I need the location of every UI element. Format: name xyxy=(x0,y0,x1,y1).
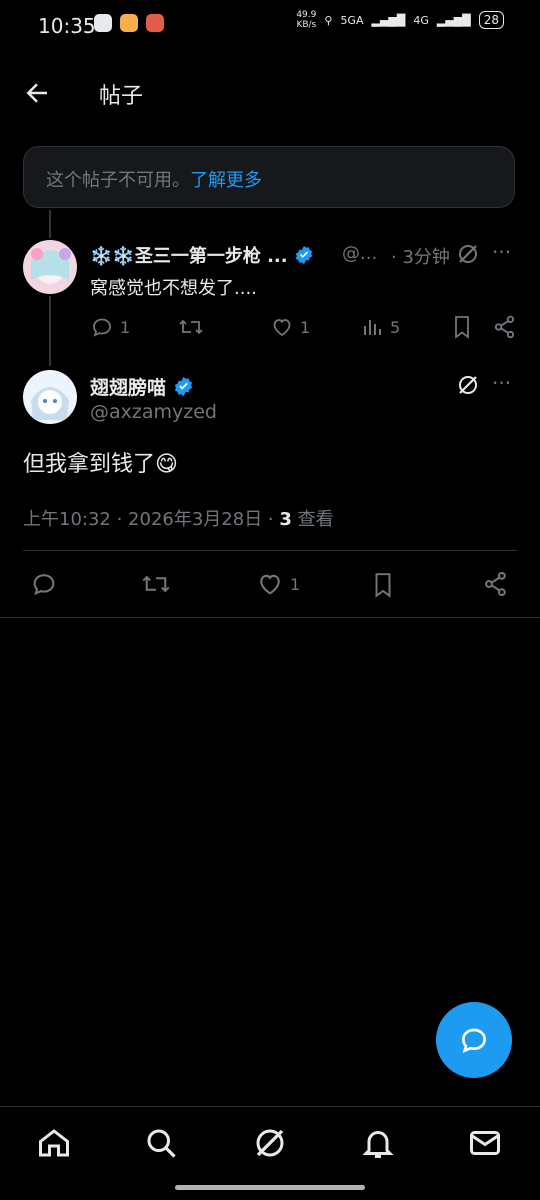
reply-author-name[interactable]: ❄️❄️圣三一第一步枪 ... xyxy=(90,242,314,268)
more-options-icon[interactable]: ··· xyxy=(492,240,511,264)
bookmark-icon[interactable] xyxy=(450,314,474,340)
key-icon: ⚲ xyxy=(324,13,333,27)
app-icon xyxy=(120,14,138,32)
share-icon[interactable] xyxy=(492,314,518,340)
post-meta: 上午10:32 · 2026年3月28日 · 3 查看 xyxy=(23,505,334,531)
view-count[interactable]: 3 xyxy=(279,509,292,530)
battery-icon: 28 xyxy=(478,11,504,29)
network-speed: 49.9 KB/s xyxy=(296,10,317,30)
reply-button[interactable]: 1 xyxy=(90,315,130,339)
post-author-handle: @axzamyzed xyxy=(90,401,217,423)
repost-icon xyxy=(179,319,203,335)
reply-timestamp: · 3分钟 xyxy=(391,247,450,268)
reply-text: 窝感觉也不想发了.... xyxy=(90,278,257,299)
views-button[interactable]: 5 xyxy=(362,315,400,339)
like-button[interactable]: 1 xyxy=(256,570,300,598)
reply-bubble-icon xyxy=(461,1028,487,1054)
search-icon[interactable] xyxy=(143,1125,179,1161)
heart-icon xyxy=(260,574,280,595)
home-icon[interactable] xyxy=(36,1125,72,1161)
signal-5g: 5GA xyxy=(340,13,364,27)
view-label: 查看 xyxy=(291,509,334,530)
compose-reply-button[interactable] xyxy=(436,1002,512,1078)
post-text: 但我拿到钱了😋 xyxy=(23,452,178,477)
analytics-icon xyxy=(364,320,381,335)
unavailable-notice: 这个帖子不可用。了解更多 xyxy=(23,146,515,208)
avatar[interactable] xyxy=(23,370,77,424)
bookmark-icon[interactable] xyxy=(370,570,396,600)
divider xyxy=(23,550,517,551)
signal-4g: 4G xyxy=(413,13,429,27)
grok-icon[interactable] xyxy=(456,242,480,266)
grok-icon[interactable] xyxy=(456,373,480,397)
divider xyxy=(0,617,540,618)
signal-bars-icon: ▂▄▆█ xyxy=(436,13,471,27)
chrome-app-icon xyxy=(94,14,112,32)
grok-icon[interactable] xyxy=(252,1125,288,1161)
status-time: 10:35 xyxy=(38,14,96,38)
verified-badge-icon xyxy=(295,245,313,265)
share-icon[interactable] xyxy=(482,570,510,598)
notifications-bell-icon[interactable] xyxy=(360,1125,396,1161)
messages-mail-icon[interactable] xyxy=(467,1125,503,1161)
status-app-icons xyxy=(94,14,164,32)
post-author-name[interactable]: 翅翅膀喵 xyxy=(90,373,194,400)
comment-icon[interactable] xyxy=(30,570,58,598)
page-title: 帖子 xyxy=(99,84,144,109)
thread-connector xyxy=(49,210,51,238)
app-icon xyxy=(146,14,164,32)
thread-connector xyxy=(49,296,51,366)
avatar[interactable] xyxy=(23,240,77,294)
notice-text: 这个帖子不可用。 xyxy=(46,170,190,191)
signal-bars-icon: ▂▄▆█ xyxy=(371,13,406,27)
back-arrow-icon[interactable] xyxy=(22,78,52,108)
more-options-icon[interactable]: ··· xyxy=(492,371,511,395)
bottom-navigation xyxy=(0,1106,540,1177)
repost-button[interactable] xyxy=(178,315,204,339)
repost-icon[interactable] xyxy=(141,570,171,598)
learn-more-link[interactable]: 了解更多 xyxy=(190,170,262,191)
status-indicators: 49.9 KB/s ⚲ 5GA ▂▄▆█ 4G ▂▄▆█ 28 xyxy=(296,10,504,30)
reply-author-handle: @... xyxy=(342,243,378,264)
post-timestamp: 上午10:32 · 2026年3月28日 · xyxy=(23,509,280,530)
comment-icon xyxy=(93,318,111,337)
verified-badge-icon xyxy=(174,376,192,397)
heart-icon xyxy=(273,319,291,337)
home-indicator[interactable] xyxy=(175,1185,365,1190)
like-button[interactable]: 1 xyxy=(270,315,310,339)
